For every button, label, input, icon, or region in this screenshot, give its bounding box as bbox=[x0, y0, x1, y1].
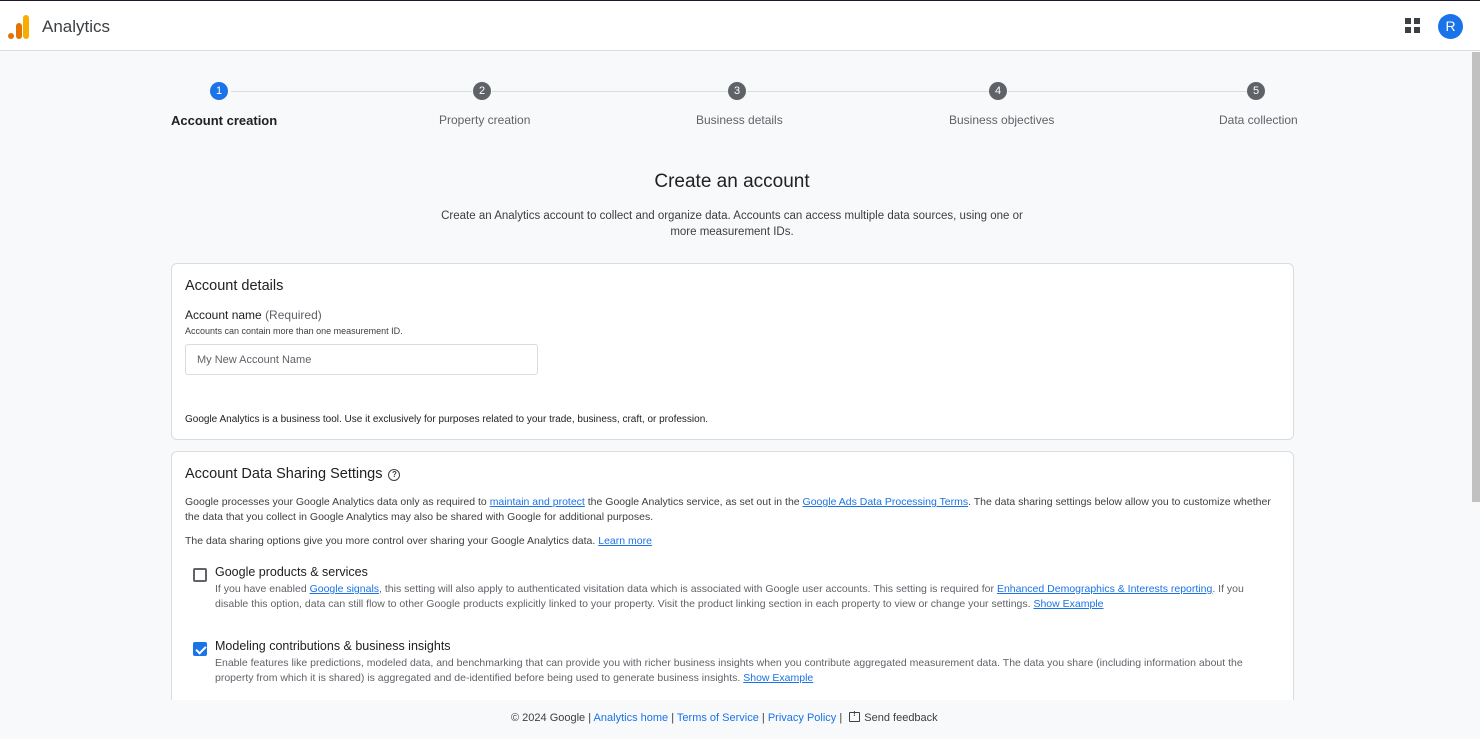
analytics-home-link[interactable]: Analytics home bbox=[594, 712, 669, 724]
account-name-label: Account name (Required) bbox=[185, 308, 322, 322]
show-example-link[interactable]: Show Example bbox=[1033, 598, 1103, 610]
footer-links: © 2024 Google | Analytics home | Terms o… bbox=[511, 711, 938, 724]
option-desc-text: , this setting will also apply to authen… bbox=[379, 583, 997, 595]
google-signals-link[interactable]: Google signals bbox=[310, 583, 379, 595]
send-feedback-link[interactable]: Send feedback bbox=[864, 712, 937, 724]
account-details-card: Account details Account name (Required) … bbox=[171, 263, 1294, 440]
page-footer: © 2024 Google | Analytics home | Terms o… bbox=[0, 700, 1480, 739]
learn-more-link[interactable]: Learn more bbox=[598, 535, 652, 547]
enhanced-demographics-link[interactable]: Enhanced Demographics & Interests report… bbox=[997, 583, 1212, 595]
apps-grid-icon[interactable] bbox=[1405, 18, 1421, 34]
modeling-contributions-checkbox[interactable] bbox=[193, 642, 207, 656]
setup-stepper: 1 Account creation 2 Property creation 3… bbox=[171, 80, 1298, 140]
data-sharing-title: Account Data Sharing Settings? bbox=[185, 466, 401, 482]
step-label: Data collection bbox=[1219, 113, 1298, 127]
step-number-4: 4 bbox=[989, 82, 1007, 100]
step-connector bbox=[747, 91, 998, 92]
help-circle-icon[interactable]: ? bbox=[388, 469, 401, 481]
account-name-hint: Accounts can contain more than one measu… bbox=[185, 326, 403, 336]
copyright-text: © 2024 Google bbox=[511, 712, 586, 724]
show-example-link[interactable]: Show Example bbox=[743, 672, 813, 684]
google-products-checkbox[interactable] bbox=[193, 568, 207, 582]
analytics-logo-icon[interactable] bbox=[8, 15, 30, 39]
data-sharing-card: Account Data Sharing Settings? Google pr… bbox=[171, 451, 1294, 711]
required-marker: (Required) bbox=[265, 308, 322, 322]
step-connector bbox=[231, 91, 472, 92]
account-name-input[interactable] bbox=[185, 344, 538, 375]
account-details-title: Account details bbox=[185, 278, 284, 294]
app-title: Analytics bbox=[42, 17, 111, 36]
page-subtitle: Create an Analytics account to collect a… bbox=[441, 210, 1023, 238]
feedback-icon[interactable] bbox=[849, 711, 861, 722]
step-label: Property creation bbox=[439, 113, 531, 127]
page-title: Create an account bbox=[654, 171, 810, 192]
app-header: Analytics R bbox=[0, 1, 1480, 51]
terms-of-service-link[interactable]: Terms of Service bbox=[677, 712, 759, 724]
step-number-2: 2 bbox=[473, 82, 491, 100]
option-desc-text: If you have enabled bbox=[215, 583, 310, 595]
step-label: Account creation bbox=[171, 113, 278, 128]
business-tool-note: Google Analytics is a business tool. Use… bbox=[185, 414, 709, 425]
option-title: Google products & services bbox=[215, 565, 368, 579]
user-avatar[interactable]: R bbox=[1438, 14, 1463, 39]
page-scrollbar[interactable] bbox=[1472, 52, 1480, 502]
option-description: Enable features like predictions, modele… bbox=[215, 656, 1275, 686]
option-desc-text: Enable features like predictions, modele… bbox=[215, 657, 1243, 684]
intro-text: Google processes your Google Analytics d… bbox=[185, 496, 490, 508]
data-sharing-title-text: Account Data Sharing Settings bbox=[185, 466, 383, 482]
intro-text: the Google Analytics service, as set out… bbox=[584, 496, 803, 508]
step-label: Business details bbox=[696, 113, 783, 127]
step-number-5: 5 bbox=[1247, 82, 1265, 100]
ads-data-processing-terms-link[interactable]: Google Ads Data Processing Terms bbox=[803, 496, 969, 508]
maintain-protect-link[interactable]: maintain and protect bbox=[490, 496, 585, 508]
data-sharing-control-text: The data sharing options give you more c… bbox=[185, 534, 1275, 549]
option-title: Modeling contributions & business insigh… bbox=[215, 639, 451, 653]
step-connector bbox=[492, 91, 737, 92]
step-number-3: 3 bbox=[728, 82, 746, 100]
privacy-policy-link[interactable]: Privacy Policy bbox=[768, 712, 836, 724]
option-description: If you have enabled Google signals, this… bbox=[215, 582, 1275, 612]
step-number-1: 1 bbox=[210, 82, 228, 100]
step-connector bbox=[1008, 91, 1256, 92]
step-label: Business objectives bbox=[949, 113, 1055, 127]
data-sharing-intro: Google processes your Google Analytics d… bbox=[185, 495, 1275, 524]
control-text: The data sharing options give you more c… bbox=[185, 535, 599, 547]
account-name-label-text: Account name bbox=[185, 308, 262, 322]
